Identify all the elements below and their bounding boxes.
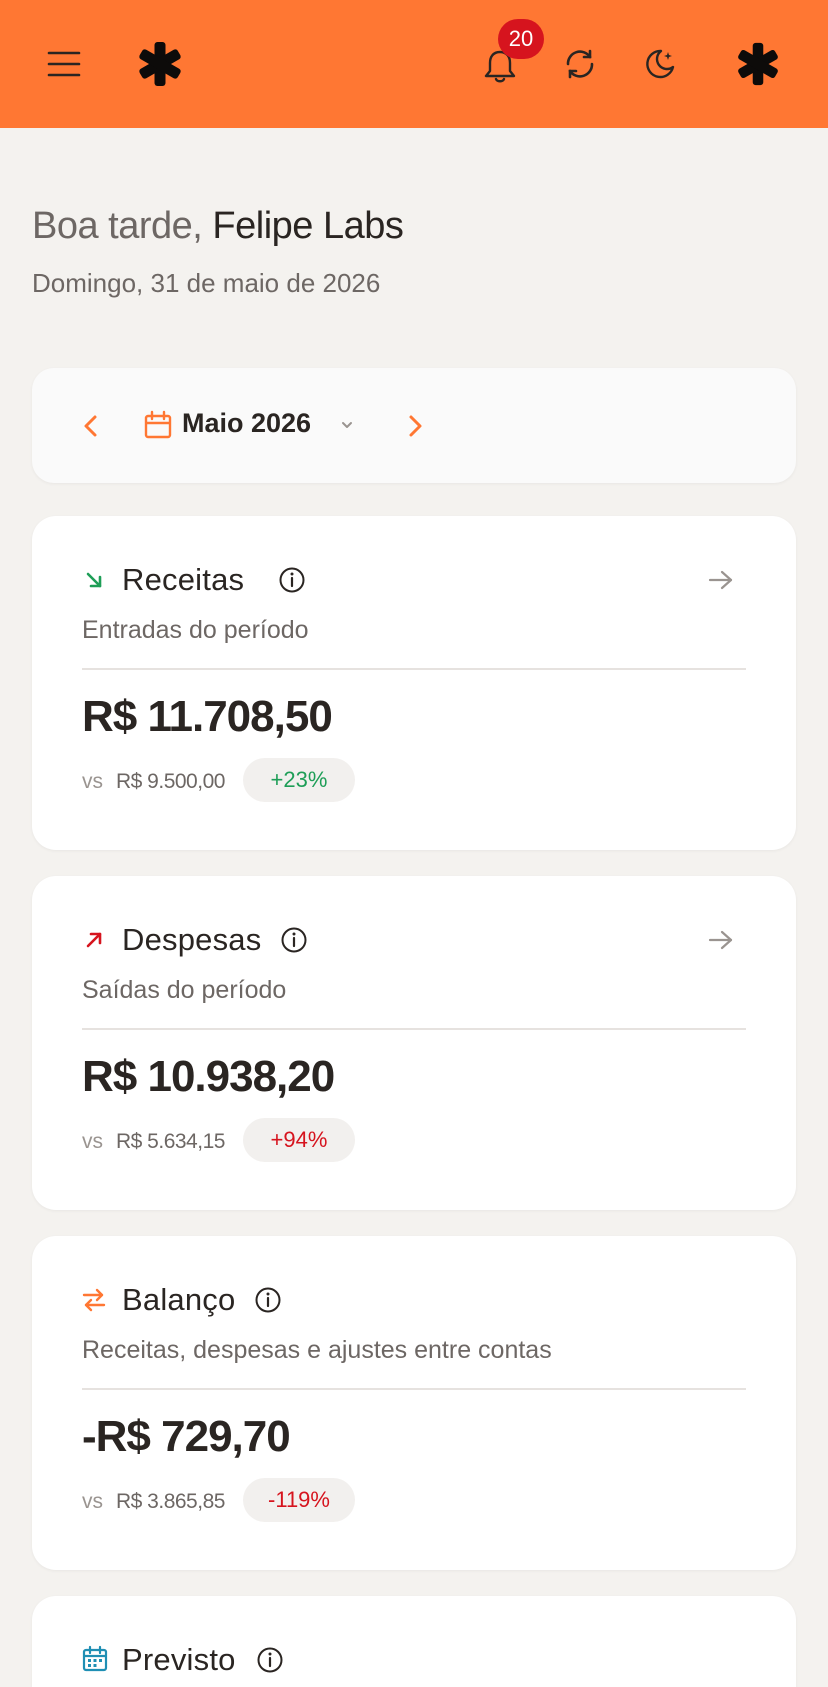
sync-icon[interactable]: [558, 42, 602, 86]
top-bar: 20: [0, 0, 828, 128]
card-subtitle: Receitas, despesas e ajustes entre conta…: [82, 1336, 552, 1364]
current-date: Domingo, 31 de maio de 2026: [32, 268, 381, 298]
change-badge: +94%: [243, 1118, 355, 1162]
greeting-prefix: Boa tarde,: [32, 205, 203, 247]
vs-label: vs: [82, 1130, 103, 1153]
previsto-card[interactable]: Previsto: [32, 1596, 796, 1687]
card-subtitle: Saídas do período: [82, 976, 287, 1004]
card-amount: -R$ 729,70: [82, 1412, 291, 1461]
info-icon[interactable]: [256, 1646, 284, 1674]
info-icon[interactable]: [254, 1286, 282, 1314]
vs-label: vs: [82, 1490, 103, 1513]
previous-amount: R$ 3.865,85: [116, 1490, 225, 1513]
card-subtitle: Entradas do período: [82, 616, 309, 644]
card-title: Balanço: [122, 1282, 236, 1317]
info-icon[interactable]: [278, 566, 306, 594]
calendar-icon[interactable]: [142, 408, 174, 442]
balanco-card[interactable]: Balanço Receitas, despesas e ajustes ent…: [32, 1236, 796, 1570]
divider: [82, 668, 746, 670]
arrow-down-right-icon: [82, 568, 106, 592]
previous-amount: R$ 5.634,15: [116, 1130, 225, 1153]
change-badge: -119%: [243, 1478, 355, 1522]
vs-label: vs: [82, 770, 103, 793]
calendar-icon: [80, 1644, 110, 1674]
user-name: Felipe Labs: [212, 205, 404, 247]
prev-month-button[interactable]: [76, 408, 104, 444]
menu-icon[interactable]: [42, 42, 86, 86]
despesas-card[interactable]: Despesas Saídas do período R$ 10.938,20 …: [32, 876, 796, 1210]
swap-arrows-icon: [80, 1286, 108, 1314]
arrow-right-icon[interactable]: [706, 926, 736, 954]
next-month-button[interactable]: [402, 408, 430, 444]
greeting: Boa tarde, Felipe Labs: [32, 205, 404, 248]
info-icon[interactable]: [280, 926, 308, 954]
divider: [82, 1388, 746, 1390]
chevron-down-icon[interactable]: [338, 416, 356, 434]
asterisk-logo-icon[interactable]: [134, 38, 186, 90]
divider: [82, 1028, 746, 1030]
card-title: Receitas: [122, 562, 245, 597]
change-badge: +23%: [243, 758, 355, 802]
card-amount: R$ 11.708,50: [82, 692, 333, 741]
card-title: Previsto: [122, 1642, 236, 1677]
asterisk-avatar-icon[interactable]: [732, 38, 784, 90]
moon-icon[interactable]: [638, 42, 682, 86]
receitas-card[interactable]: Receitas Entradas do período R$ 11.708,5…: [32, 516, 796, 850]
previous-amount: R$ 9.500,00: [116, 770, 225, 793]
arrow-right-icon[interactable]: [706, 566, 736, 594]
month-label[interactable]: Maio 2026: [182, 408, 311, 439]
arrow-up-right-icon: [82, 928, 106, 952]
card-amount: R$ 10.938,20: [82, 1052, 335, 1101]
notification-badge: 20: [498, 19, 544, 59]
card-title: Despesas: [122, 922, 262, 957]
